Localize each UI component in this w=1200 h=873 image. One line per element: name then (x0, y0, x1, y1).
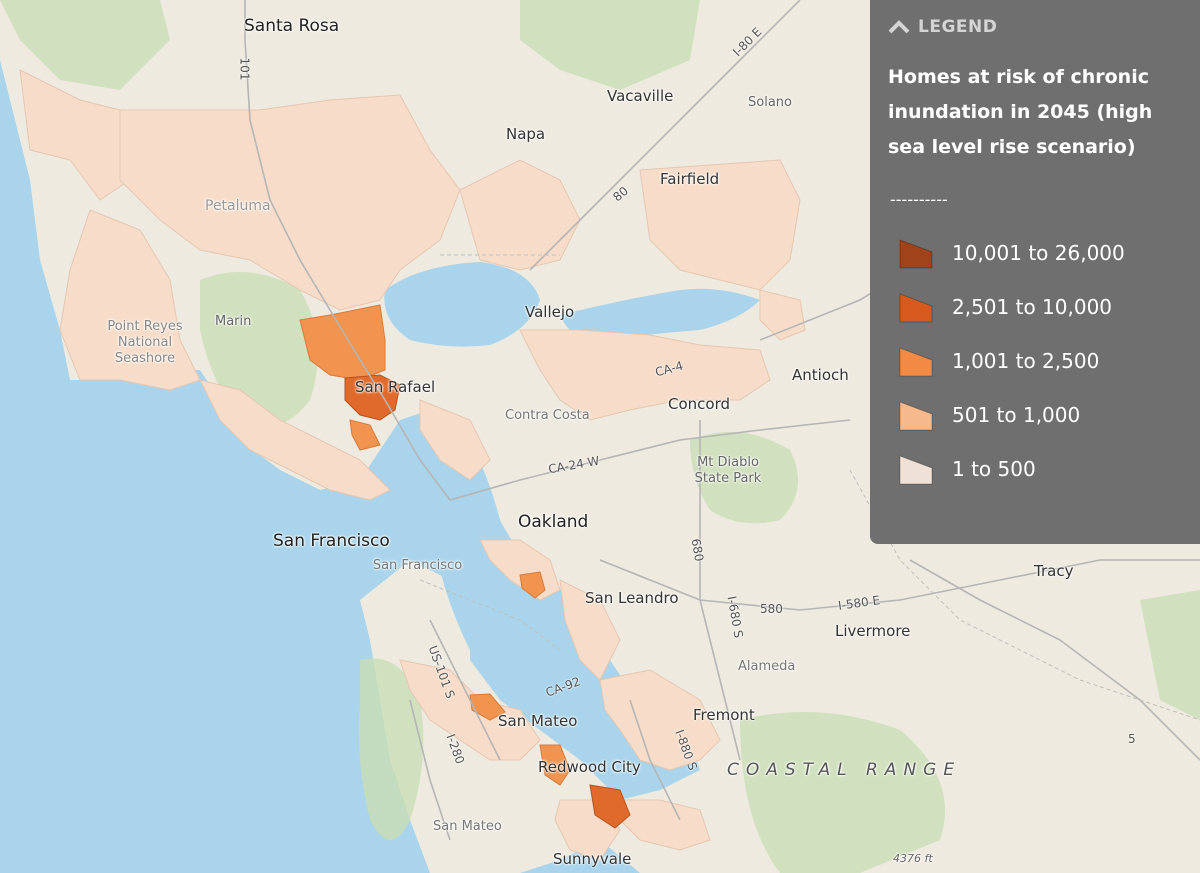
legend-item-label: 2,501 to 10,000 (952, 295, 1113, 319)
legend-header-label: LEGEND (918, 17, 998, 37)
road-i580: 580 (760, 602, 783, 616)
label-fremont: Fremont (693, 706, 755, 724)
legend-item-label: 1 to 500 (952, 457, 1036, 481)
legend-toggle[interactable]: LEGEND (888, 17, 997, 37)
label-marin: Marin (215, 314, 252, 329)
label-tracy: Tracy (1034, 562, 1074, 580)
label-redwood-city: Redwood City (538, 758, 641, 776)
legend-swatch (899, 455, 933, 485)
label-alameda: Alameda (738, 659, 796, 674)
label-oakland: Oakland (518, 512, 589, 532)
legend-swatch (899, 293, 933, 323)
label-napa: Napa (506, 125, 546, 143)
label-san-francisco: San Francisco (273, 531, 390, 551)
chevron-up-icon (888, 20, 910, 34)
label-vallejo: Vallejo (525, 303, 575, 321)
road-i5: 5 (1128, 732, 1136, 746)
label-livermore: Livermore (835, 622, 911, 640)
legend-item: 1,001 to 2,500 (898, 344, 1099, 378)
label-coastal-range: COASTAL RANGE (727, 760, 962, 780)
legend-item: 1 to 500 (898, 452, 1036, 486)
label-san-mateo-county: San Mateo (433, 819, 502, 834)
label-san-rafael: San Rafael (355, 378, 436, 396)
label-sunnyvale: Sunnyvale (553, 850, 632, 868)
road-us101: 101 (237, 57, 252, 81)
legend-swatch (899, 401, 933, 431)
label-contra-costa: Contra Costa (505, 408, 590, 423)
legend-swatch (899, 239, 933, 269)
label-antioch: Antioch (792, 366, 849, 384)
legend-item-label: 1,001 to 2,500 (952, 349, 1100, 373)
label-point-reyes: Point Reyes National Seashore (107, 319, 183, 366)
legend-panel: LEGEND Homes at risk of chronic inundati… (870, 0, 1200, 544)
label-san-francisco-county: San Francisco (372, 558, 463, 573)
legend-item: 10,001 to 26,000 (898, 236, 1125, 270)
legend-separator: ---------- (890, 190, 948, 209)
legend-item-label: 10,001 to 26,000 (952, 241, 1125, 265)
legend-title: Homes at risk of chronic inundation in 2… (888, 66, 1153, 158)
legend-swatch (899, 347, 933, 377)
label-san-mateo: San Mateo (498, 712, 578, 730)
legend-item: 501 to 1,000 (898, 398, 1080, 432)
label-san-leandro: San Leandro (585, 589, 679, 607)
label-santa-rosa: Santa Rosa (244, 16, 340, 36)
label-vacaville: Vacaville (607, 87, 674, 105)
label-petaluma: Petaluma (205, 198, 271, 214)
legend-item-label: 501 to 1,000 (952, 403, 1081, 427)
label-solano: Solano (748, 95, 792, 110)
label-fairfield: Fairfield (660, 170, 720, 188)
legend-item: 2,501 to 10,000 (898, 290, 1112, 324)
label-elevation: 4376 ft (893, 852, 933, 865)
label-mt-diablo: Mt Diablo State Park (694, 455, 762, 486)
label-concord: Concord (668, 395, 731, 413)
